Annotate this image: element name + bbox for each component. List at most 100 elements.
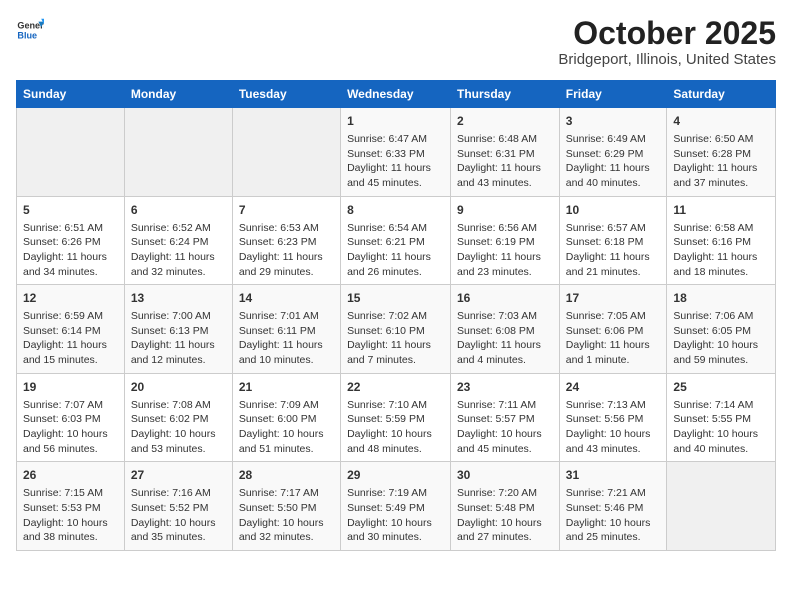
calendar-cell: 12Sunrise: 6:59 AM Sunset: 6:14 PM Dayli… <box>17 285 125 374</box>
day-info: Sunrise: 6:56 AM Sunset: 6:19 PM Dayligh… <box>457 221 553 280</box>
calendar-cell: 26 Sunrise: 7:15 AM Sunset: 5:53 PM Dayli… <box>17 462 125 551</box>
day-info: Sunrise: 6:53 AM Sunset: 6:23 PM Dayligh… <box>239 221 334 280</box>
day-info: Sunrise: 6:49 AM Sunset: 6:29 PM Dayligh… <box>566 132 661 191</box>
logo: General Blue <box>16 16 44 44</box>
page-header: General Blue October 2025 Bridgeport, Il… <box>16 16 776 68</box>
location-subtitle: Bridgeport, Illinois, United States <box>558 51 776 68</box>
calendar-cell: 7 Sunrise: 6:53 AM Sunset: 6:23 PM Daylig… <box>232 196 340 285</box>
calendar-cell: 24 Sunrise: 7:13 AM Sunset: 5:56 PM Dayli… <box>559 373 667 462</box>
calendar-cell: 28 Sunrise: 7:17 AM Sunset: 5:50 PM Dayli… <box>232 462 340 551</box>
day-info: Sunrise: 7:01 AM Sunset: 6:11 PM Dayligh… <box>239 309 334 368</box>
day-number: 13 <box>131 290 226 307</box>
calendar-week-5: 26 Sunrise: 7:15 AM Sunset: 5:53 PM Dayli… <box>17 462 776 551</box>
day-number: 16 <box>457 290 553 307</box>
calendar-body: 1 Sunrise: 6:47 AM Sunset: 6:33 PM Daylig… <box>17 108 776 551</box>
day-info: Sunrise: 7:07 AM Sunset: 6:03 PM Dayligh… <box>23 398 118 457</box>
month-title: October 2025 <box>558 16 776 51</box>
calendar-week-3: 12Sunrise: 6:59 AM Sunset: 6:14 PM Dayli… <box>17 285 776 374</box>
calendar-week-1: 1 Sunrise: 6:47 AM Sunset: 6:33 PM Daylig… <box>17 108 776 197</box>
calendar-cell: 19 Sunrise: 7:07 AM Sunset: 6:03 PM Dayli… <box>17 373 125 462</box>
header-saturday: Saturday <box>667 81 776 108</box>
day-info: Sunrise: 7:15 AM Sunset: 5:53 PM Dayligh… <box>23 486 118 545</box>
day-number: 4 <box>673 113 769 130</box>
calendar-cell: 31 Sunrise: 7:21 AM Sunset: 5:46 PM Dayli… <box>559 462 667 551</box>
day-info: Sunrise: 6:54 AM Sunset: 6:21 PM Dayligh… <box>347 221 444 280</box>
calendar-cell: 16 Sunrise: 7:03 AM Sunset: 6:08 PM Dayli… <box>451 285 560 374</box>
day-info: Sunrise: 7:19 AM Sunset: 5:49 PM Dayligh… <box>347 486 444 545</box>
logo-icon: General Blue <box>16 16 44 44</box>
day-info: Sunrise: 6:52 AM Sunset: 6:24 PM Dayligh… <box>131 221 226 280</box>
day-number: 31 <box>566 467 661 484</box>
calendar-cell: 23 Sunrise: 7:11 AM Sunset: 5:57 PM Dayli… <box>451 373 560 462</box>
day-info: Sunrise: 7:06 AM Sunset: 6:05 PM Dayligh… <box>673 309 769 368</box>
day-number: 7 <box>239 202 334 219</box>
day-number: 1 <box>347 113 444 130</box>
day-info: Sunrise: 7:11 AM Sunset: 5:57 PM Dayligh… <box>457 398 553 457</box>
header-thursday: Thursday <box>451 81 560 108</box>
day-number: 5 <box>23 202 118 219</box>
calendar-cell: 10Sunrise: 6:57 AM Sunset: 6:18 PM Dayli… <box>559 196 667 285</box>
calendar-week-4: 19 Sunrise: 7:07 AM Sunset: 6:03 PM Dayli… <box>17 373 776 462</box>
svg-text:Blue: Blue <box>17 30 37 40</box>
day-number: 25 <box>673 379 769 396</box>
day-number: 28 <box>239 467 334 484</box>
day-number: 20 <box>131 379 226 396</box>
day-number: 24 <box>566 379 661 396</box>
day-info: Sunrise: 7:10 AM Sunset: 5:59 PM Dayligh… <box>347 398 444 457</box>
day-info: Sunrise: 7:21 AM Sunset: 5:46 PM Dayligh… <box>566 486 661 545</box>
day-info: Sunrise: 7:20 AM Sunset: 5:48 PM Dayligh… <box>457 486 553 545</box>
calendar-cell: 14 Sunrise: 7:01 AM Sunset: 6:11 PM Dayli… <box>232 285 340 374</box>
day-number: 12 <box>23 290 118 307</box>
header-wednesday: Wednesday <box>341 81 451 108</box>
day-number: 21 <box>239 379 334 396</box>
day-info: Sunrise: 7:02 AM Sunset: 6:10 PM Dayligh… <box>347 309 444 368</box>
calendar-cell: 17Sunrise: 7:05 AM Sunset: 6:06 PM Dayli… <box>559 285 667 374</box>
calendar-cell: 13Sunrise: 7:00 AM Sunset: 6:13 PM Dayli… <box>124 285 232 374</box>
calendar-cell: 3 Sunrise: 6:49 AM Sunset: 6:29 PM Daylig… <box>559 108 667 197</box>
day-info: Sunrise: 7:17 AM Sunset: 5:50 PM Dayligh… <box>239 486 334 545</box>
calendar-cell: 1 Sunrise: 6:47 AM Sunset: 6:33 PM Daylig… <box>341 108 451 197</box>
header-monday: Monday <box>124 81 232 108</box>
day-info: Sunrise: 7:03 AM Sunset: 6:08 PM Dayligh… <box>457 309 553 368</box>
header-friday: Friday <box>559 81 667 108</box>
day-number: 14 <box>239 290 334 307</box>
calendar-cell: 27Sunrise: 7:16 AM Sunset: 5:52 PM Dayli… <box>124 462 232 551</box>
calendar-cell: 25 Sunrise: 7:14 AM Sunset: 5:55 PM Dayli… <box>667 373 776 462</box>
day-info: Sunrise: 7:13 AM Sunset: 5:56 PM Dayligh… <box>566 398 661 457</box>
day-number: 11 <box>673 202 769 219</box>
day-number: 3 <box>566 113 661 130</box>
day-number: 30 <box>457 467 553 484</box>
day-number: 2 <box>457 113 553 130</box>
calendar-cell: 8Sunrise: 6:54 AM Sunset: 6:21 PM Daylig… <box>341 196 451 285</box>
calendar-cell: 18 Sunrise: 7:06 AM Sunset: 6:05 PM Dayli… <box>667 285 776 374</box>
calendar-cell: 15 Sunrise: 7:02 AM Sunset: 6:10 PM Dayli… <box>341 285 451 374</box>
day-info: Sunrise: 6:50 AM Sunset: 6:28 PM Dayligh… <box>673 132 769 191</box>
calendar-cell: 2 Sunrise: 6:48 AM Sunset: 6:31 PM Daylig… <box>451 108 560 197</box>
day-number: 22 <box>347 379 444 396</box>
calendar-cell: 20Sunrise: 7:08 AM Sunset: 6:02 PM Dayli… <box>124 373 232 462</box>
day-number: 26 <box>23 467 118 484</box>
day-info: Sunrise: 6:58 AM Sunset: 6:16 PM Dayligh… <box>673 221 769 280</box>
calendar-cell: 22 Sunrise: 7:10 AM Sunset: 5:59 PM Dayli… <box>341 373 451 462</box>
calendar-cell: 29Sunrise: 7:19 AM Sunset: 5:49 PM Dayli… <box>341 462 451 551</box>
day-info: Sunrise: 6:48 AM Sunset: 6:31 PM Dayligh… <box>457 132 553 191</box>
calendar-cell <box>17 108 125 197</box>
calendar-week-2: 5Sunrise: 6:51 AM Sunset: 6:26 PM Daylig… <box>17 196 776 285</box>
day-number: 19 <box>23 379 118 396</box>
calendar-cell: 9 Sunrise: 6:56 AM Sunset: 6:19 PM Daylig… <box>451 196 560 285</box>
day-number: 17 <box>566 290 661 307</box>
day-info: Sunrise: 7:14 AM Sunset: 5:55 PM Dayligh… <box>673 398 769 457</box>
calendar-cell: 11 Sunrise: 6:58 AM Sunset: 6:16 PM Dayli… <box>667 196 776 285</box>
day-number: 6 <box>131 202 226 219</box>
calendar-cell <box>232 108 340 197</box>
day-number: 18 <box>673 290 769 307</box>
day-number: 27 <box>131 467 226 484</box>
day-number: 23 <box>457 379 553 396</box>
calendar-cell <box>667 462 776 551</box>
day-info: Sunrise: 6:57 AM Sunset: 6:18 PM Dayligh… <box>566 221 661 280</box>
day-info: Sunrise: 6:47 AM Sunset: 6:33 PM Dayligh… <box>347 132 444 191</box>
day-number: 15 <box>347 290 444 307</box>
day-number: 9 <box>457 202 553 219</box>
calendar-cell: 5Sunrise: 6:51 AM Sunset: 6:26 PM Daylig… <box>17 196 125 285</box>
header-sunday: Sunday <box>17 81 125 108</box>
